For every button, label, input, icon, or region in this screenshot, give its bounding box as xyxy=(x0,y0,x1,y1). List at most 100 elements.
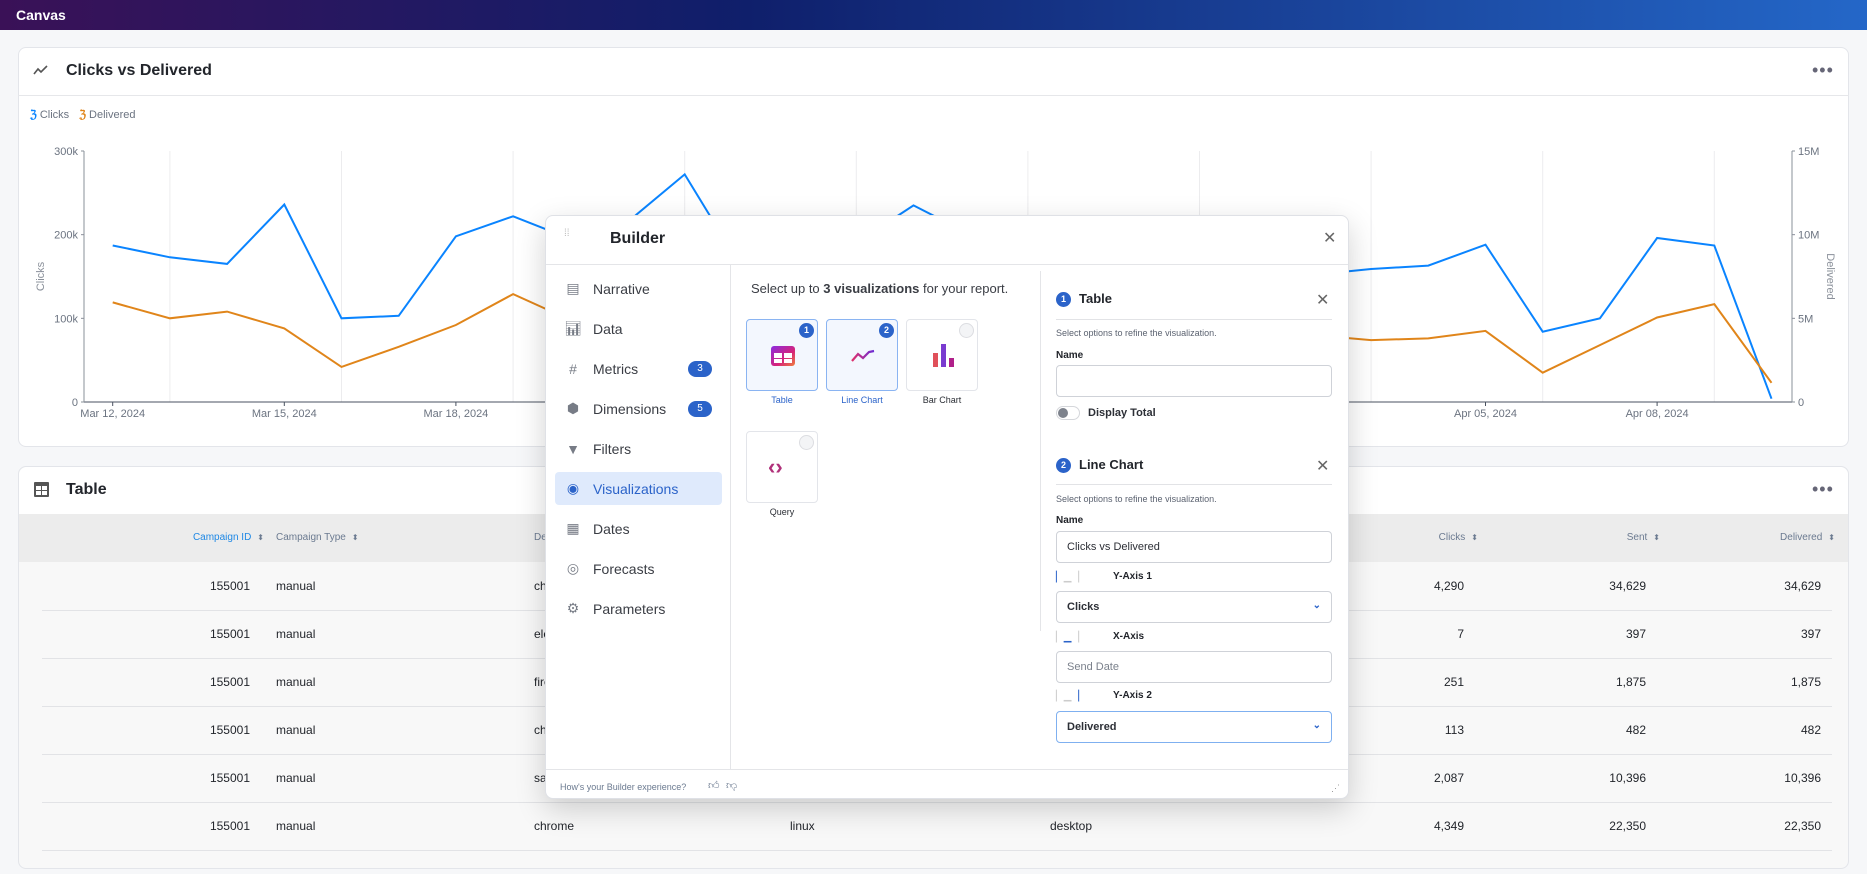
hash-icon: # xyxy=(569,360,577,377)
drag-handle-icon[interactable]: ⁞⁞ xyxy=(564,229,570,239)
resize-handle-icon[interactable]: ⋰ xyxy=(1331,783,1340,794)
x-axis-input[interactable]: Send Date xyxy=(1056,651,1332,683)
table-cell: 4,349 xyxy=(1433,819,1464,833)
sort-icon[interactable]: ⬍ xyxy=(1653,533,1660,542)
line-config-desc: Select options to refine the visualizati… xyxy=(1056,494,1217,504)
nav-label: Data xyxy=(593,320,623,337)
nav-label: Dimensions xyxy=(593,400,667,417)
nav-item-narrative[interactable]: ▤ Narrative xyxy=(555,272,722,305)
line-name-input[interactable]: Clicks vs Delivered xyxy=(1056,531,1332,563)
table-title: Table xyxy=(66,481,107,498)
sort-icon[interactable]: ⬍ xyxy=(1828,533,1835,542)
table-cell: manual xyxy=(276,675,316,689)
table-cell: 10,396 xyxy=(1609,771,1646,785)
table-cell: 2,087 xyxy=(1433,771,1464,785)
column-header-clicks[interactable]: Clicks ⬍ xyxy=(1439,532,1478,543)
table-name-input[interactable] xyxy=(1056,365,1332,397)
close-builder-button[interactable]: ✕ xyxy=(1323,228,1336,248)
y2-tick-label: 5M xyxy=(1798,313,1813,325)
table-cell: 22,350 xyxy=(1609,819,1646,833)
sort-icon[interactable]: ⬍ xyxy=(1471,533,1478,542)
table-viz-icon xyxy=(771,346,795,366)
count-badge: 3 xyxy=(688,361,712,377)
tile-query-label: Query xyxy=(769,507,795,517)
nav-item-forecasts[interactable]: ◎ Forecasts xyxy=(555,552,722,585)
nav-item-data[interactable]: 📊︎ Data xyxy=(555,312,722,345)
tile-unselected-badge xyxy=(959,323,974,338)
thumbs-down-icon[interactable]: 👎︎ xyxy=(726,779,737,792)
y-tick-label: 100k xyxy=(54,313,78,325)
sort-icon[interactable]: ⬍ xyxy=(352,533,359,542)
nav-item-visualizations[interactable]: ◉ Visualizations xyxy=(555,472,722,505)
divider xyxy=(1056,319,1332,320)
x-axis-label: X-Axis xyxy=(1113,631,1145,642)
table-icon xyxy=(34,482,49,497)
line-chart-viz-icon xyxy=(851,349,875,362)
column-header-delivered[interactable]: Delivered ⬍ xyxy=(1780,532,1835,543)
tile-line-chart-label: Line Chart xyxy=(841,395,883,405)
table-config-desc: Select options to refine the visualizati… xyxy=(1056,328,1217,338)
nav-item-dimensions[interactable]: ⬢ Dimensions 5 xyxy=(555,392,722,425)
nav-item-dates[interactable]: ▦ Dates xyxy=(555,512,722,545)
table-cell: chrome xyxy=(534,819,575,833)
x-tick-label: Mar 18, 2024 xyxy=(423,408,488,420)
table-cell: 155001 xyxy=(209,627,250,641)
y-axis-1-select[interactable]: Clicks ⌄ xyxy=(1056,591,1332,623)
y-axis-2-label: Y-Axis 2 xyxy=(1113,690,1152,701)
remove-table-button[interactable]: ✕ xyxy=(1316,290,1329,310)
tile-bar-chart[interactable] xyxy=(906,319,978,391)
sort-icon[interactable]: ⬍ xyxy=(257,533,264,542)
narrative-icon: ▤ xyxy=(566,280,580,296)
chevron-down-icon: ⌄ xyxy=(1312,600,1321,611)
nav-item-parameters[interactable]: ⚙ Parameters xyxy=(555,592,722,625)
calendar-icon: ▦ xyxy=(566,520,580,536)
divider xyxy=(546,264,1348,265)
remove-line-chart-button[interactable]: ✕ xyxy=(1316,456,1329,476)
table-cell: 113 xyxy=(1444,723,1464,737)
nav-label: Visualizations xyxy=(593,480,679,497)
table-cell: manual xyxy=(276,819,316,833)
divider xyxy=(546,769,1348,770)
y-axis-1-label: Y-Axis 1 xyxy=(1113,571,1152,582)
tile-query[interactable]: ‹› xyxy=(746,431,818,503)
line-name-label: Name xyxy=(1056,515,1084,526)
divider xyxy=(1040,271,1041,631)
column-header-campaign-id[interactable]: Campaign ID ⬍ xyxy=(193,532,264,543)
divider xyxy=(1056,484,1332,485)
table-cell: manual xyxy=(276,723,316,737)
table-cell: 155001 xyxy=(209,819,250,833)
row-divider xyxy=(42,802,1832,803)
display-total-label: Display Total xyxy=(1088,407,1156,419)
tile-order-badge: 2 xyxy=(879,323,894,338)
tile-table-label: Table xyxy=(771,395,793,405)
x-tick-label: Apr 08, 2024 xyxy=(1626,408,1689,420)
nav-label: Narrative xyxy=(593,280,650,297)
chevron-down-icon: ⌄ xyxy=(1312,720,1321,731)
y-axis-2-select[interactable]: Delivered ⌄ xyxy=(1056,711,1332,743)
line-config-header: 2 Line Chart xyxy=(1056,457,1143,474)
row-divider xyxy=(42,850,1832,851)
forecast-icon: ◎ xyxy=(566,560,580,576)
tile-order-badge: 1 xyxy=(799,323,814,338)
column-header-campaign-type[interactable]: Campaign Type ⬍ xyxy=(276,532,359,543)
x-axis-icon: ▏▁▕ xyxy=(1056,632,1080,643)
table-cell: manual xyxy=(276,771,316,785)
column-header-sent[interactable]: Sent ⬍ xyxy=(1627,532,1660,543)
tile-unselected-badge xyxy=(799,435,814,450)
table-name-label: Name xyxy=(1056,350,1084,361)
nav-item-filters[interactable]: ▼ Filters xyxy=(555,432,722,465)
table-more-button[interactable]: ••• xyxy=(1812,479,1834,500)
x-tick-label: Mar 12, 2024 xyxy=(80,408,145,420)
nav-item-metrics[interactable]: # Metrics 3 xyxy=(555,352,722,385)
builder-title: Builder xyxy=(610,230,666,247)
table-cell: 251 xyxy=(1443,675,1464,689)
display-total-toggle[interactable] xyxy=(1056,406,1080,420)
tile-line-chart[interactable]: 2 xyxy=(826,319,898,391)
table-cell: 155001 xyxy=(209,579,250,593)
y2-tick-label: 10M xyxy=(1798,230,1819,242)
table-cell: 7 xyxy=(1457,627,1464,641)
nav-label: Metrics xyxy=(593,360,639,377)
tile-table[interactable]: 1 xyxy=(746,319,818,391)
y-tick-label: 200k xyxy=(54,230,78,242)
thumbs-up-icon[interactable]: 👍︎ xyxy=(708,779,720,792)
